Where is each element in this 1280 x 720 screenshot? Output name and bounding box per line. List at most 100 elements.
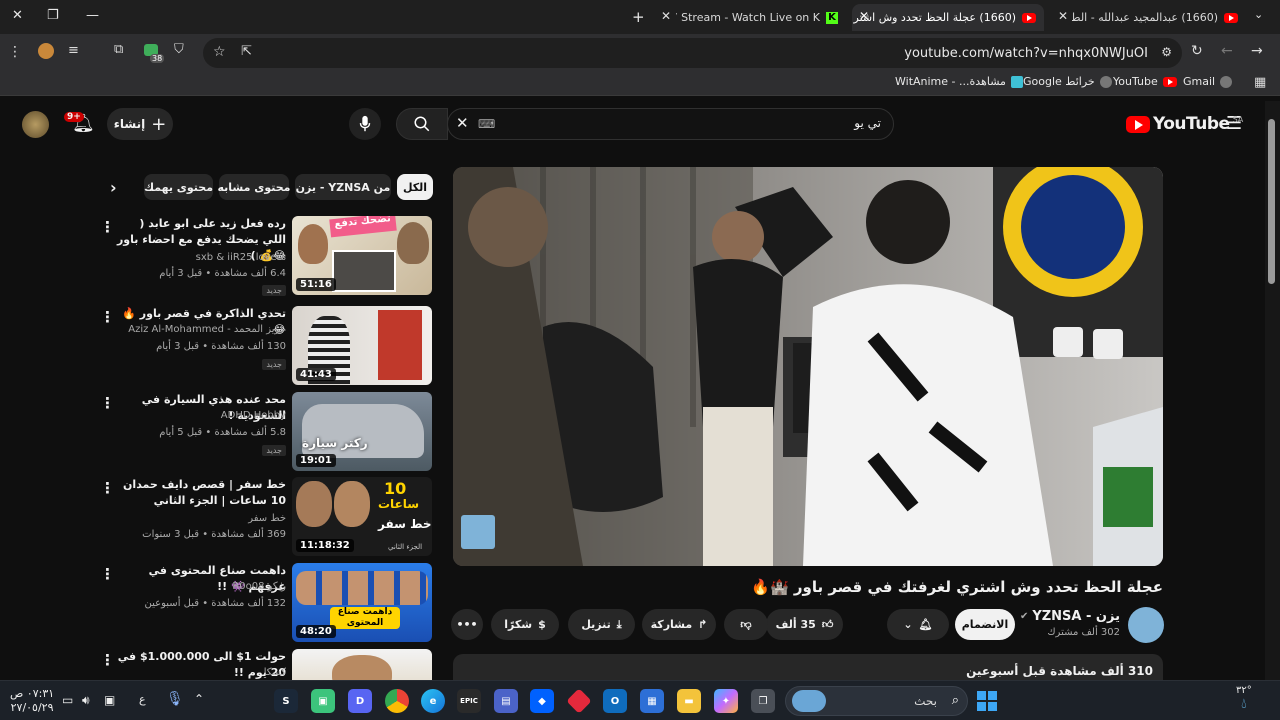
- more-actions-icon[interactable]: ⋮: [100, 565, 115, 583]
- tab-search-icon[interactable]: ⌄: [1254, 8, 1263, 21]
- profile-avatar-icon[interactable]: [38, 43, 54, 59]
- video-thumbnail[interactable]: تضحك تدفع 51:16: [292, 216, 432, 295]
- bookmark-google-maps[interactable]: خرائط Google: [1023, 75, 1112, 88]
- reading-list-icon[interactable]: ≡: [68, 43, 79, 58]
- chip-related[interactable]: محتوى مشابه: [218, 174, 290, 200]
- channel-name[interactable]: خط سفر: [248, 513, 286, 524]
- list-item[interactable]: 10 ساعات خط سفر الجزء الثاني 11:18:32 خط…: [100, 477, 432, 559]
- channel-name[interactable]: ريكو R0o08: [232, 581, 286, 592]
- video-thumbnail[interactable]: ركتر سيارة 19:01: [292, 392, 432, 471]
- tab-kick[interactable]: K Nxv7 Stream - Watch Live on K: [676, 4, 846, 31]
- outlook-icon[interactable]: O: [603, 689, 627, 713]
- video-thumbnail[interactable]: 10 ساعات خط سفر الجزء الثاني 11:18:32: [292, 477, 432, 556]
- file-explorer-icon[interactable]: ▬: [677, 689, 701, 713]
- scrollbar-thumb[interactable]: [1268, 119, 1275, 284]
- start-button[interactable]: [975, 689, 999, 713]
- list-item[interactable]: تضحك تدفع 51:16 رده فعل زيد على ابو عابد…: [100, 216, 432, 298]
- bookmark-gmail[interactable]: Gmail: [1183, 75, 1233, 88]
- dislike-button[interactable]: 👎︎: [724, 609, 768, 640]
- channel-name[interactable]: عزيز المحمد - Aziz Al-Mohammed: [128, 324, 286, 335]
- clear-search-icon[interactable]: ✕: [456, 114, 469, 132]
- video-player[interactable]: [453, 167, 1163, 566]
- more-actions-icon[interactable]: ⋮: [100, 218, 115, 236]
- battery-icon[interactable]: ▭: [62, 693, 73, 707]
- create-button[interactable]: + إنشاء: [107, 108, 173, 140]
- epic-games-icon[interactable]: EPIC: [457, 689, 481, 713]
- app-icon[interactable]: [566, 688, 592, 714]
- channel-name[interactable]: ADHD Hobby: [221, 410, 286, 421]
- list-item[interactable]: ركتر سيارة 19:01 محد عنده هذي السيارة في…: [100, 392, 432, 474]
- clock[interactable]: ٠٧:٣١ ص ٢٧/٠٥/٢٩: [10, 687, 54, 715]
- video-thumbnail[interactable]: 41:43: [292, 306, 432, 385]
- address-bar[interactable]: ☆ ⇱ youtube.com/watch?v=nhqx0NWJuOI ⚙: [203, 38, 1182, 68]
- account-avatar[interactable]: [22, 111, 49, 138]
- weather-widget[interactable]: ٣٢° 💧︎: [1236, 685, 1252, 712]
- bookmark-witanime[interactable]: مشاهدة... - WitAnime: [895, 75, 1023, 88]
- more-actions-icon[interactable]: ⋮: [100, 651, 115, 669]
- more-actions-button[interactable]: •••: [451, 609, 483, 640]
- close-tab-icon[interactable]: ✕: [661, 9, 671, 23]
- restore-window-icon[interactable]: ❐: [47, 8, 59, 23]
- more-actions-icon[interactable]: ⋮: [100, 394, 115, 412]
- reload-icon[interactable]: ↻: [1191, 43, 1203, 59]
- more-actions-icon[interactable]: ⋮: [100, 479, 115, 497]
- extensions-icon[interactable]: ⧉: [114, 42, 123, 57]
- youtube-logo[interactable]: YouTube SA: [1126, 114, 1243, 134]
- forward-icon[interactable]: ←: [1221, 43, 1233, 59]
- search-button[interactable]: [396, 108, 448, 140]
- tab-youtube[interactable]: (1660) عبدالمجيد عبدالله - الطوار: [1072, 4, 1246, 31]
- new-tab-button[interactable]: +: [632, 8, 645, 26]
- close-tab-icon[interactable]: ✕: [859, 9, 869, 23]
- network-icon[interactable]: ▣: [104, 693, 115, 707]
- app-icon[interactable]: ▣: [311, 689, 335, 713]
- channel-name-row[interactable]: يزن - YZNSA ✔: [1020, 609, 1120, 624]
- channel-avatar[interactable]: [1128, 607, 1164, 643]
- like-button[interactable]: 👍︎ 35 ألف: [766, 609, 843, 640]
- channel-name[interactable]: sxb & iiR25 lovers: [196, 252, 286, 263]
- taskbar-search-input[interactable]: بحث ⌕: [785, 686, 968, 716]
- back-icon[interactable]: →: [1251, 43, 1263, 59]
- volume-icon[interactable]: 🔊︎: [82, 693, 90, 708]
- menu-dots-icon[interactable]: ⋮: [8, 44, 22, 60]
- more-actions-icon[interactable]: ⋮: [100, 308, 115, 326]
- chevron-right-icon[interactable]: ›: [110, 178, 117, 197]
- video-thumbnail[interactable]: داهمت صناع المحتوى 48:20: [292, 563, 432, 642]
- site-settings-icon[interactable]: ⚙: [1161, 45, 1172, 59]
- app-icon[interactable]: ▤: [494, 689, 518, 713]
- list-item[interactable]: حولت 1$ الى 1.000.000$ في 20 يوم !! كسكا…: [100, 649, 432, 680]
- microphone-tray-icon[interactable]: 🎙︎: [166, 691, 184, 707]
- channel-name[interactable]: يزن - YZNSA: [1032, 609, 1120, 624]
- video-thumbnail[interactable]: [292, 649, 432, 680]
- chip-all[interactable]: الكل: [397, 174, 433, 200]
- thanks-button[interactable]: $ شكرًا: [491, 609, 559, 640]
- install-app-icon[interactable]: ⇱: [241, 44, 252, 59]
- video-title[interactable]: حولت 1$ الى 1.000.000$ في 20 يوم !!: [116, 649, 286, 680]
- tab-youtube-active[interactable]: (1660) عجلة الحظ تحدد وش اشتر: [852, 4, 1044, 31]
- task-view-icon[interactable]: ❐: [751, 689, 775, 713]
- minimize-window-icon[interactable]: —: [86, 8, 99, 23]
- download-button[interactable]: ⤓ تنزيل: [568, 609, 635, 640]
- shield-icon[interactable]: ⛉: [174, 42, 184, 57]
- show-hidden-icons-icon[interactable]: ⌃: [194, 692, 204, 706]
- url-text[interactable]: youtube.com/watch?v=nhqx0NWJuOI: [904, 46, 1148, 61]
- close-tab-icon[interactable]: ✕: [1058, 9, 1068, 23]
- join-button[interactable]: الانضمام: [955, 609, 1015, 640]
- dropbox-icon[interactable]: ◆: [530, 689, 554, 713]
- voice-search-button[interactable]: [349, 108, 381, 140]
- subscribed-button[interactable]: 🔔︎ ⌄: [887, 609, 949, 640]
- chip-from-channel[interactable]: من YZNSA - يزن: [295, 174, 391, 200]
- bookmark-youtube[interactable]: YouTube: [1113, 75, 1177, 88]
- language-indicator[interactable]: ع: [139, 693, 146, 706]
- discord-icon[interactable]: D: [348, 689, 372, 713]
- keyboard-icon[interactable]: ⌨: [478, 117, 495, 131]
- share-button[interactable]: ↱ مشاركة: [642, 609, 716, 640]
- channel-name[interactable]: كسكا: [264, 667, 286, 678]
- list-item[interactable]: 41:43 تحدي الذاكرة في قصر باور 🔥😂 عزيز ا…: [100, 306, 432, 388]
- list-item[interactable]: داهمت صناع المحتوى 48:20 داهمت صناع المح…: [100, 563, 432, 645]
- search-input[interactable]: تي يو ⌨ ✕: [447, 108, 894, 140]
- chip-for-you[interactable]: محتوى يهمك: [144, 174, 213, 200]
- copilot-icon[interactable]: ✦: [714, 689, 738, 713]
- edge-icon[interactable]: e: [421, 689, 445, 713]
- steam-icon[interactable]: S: [274, 689, 298, 713]
- close-window-icon[interactable]: ✕: [12, 8, 23, 23]
